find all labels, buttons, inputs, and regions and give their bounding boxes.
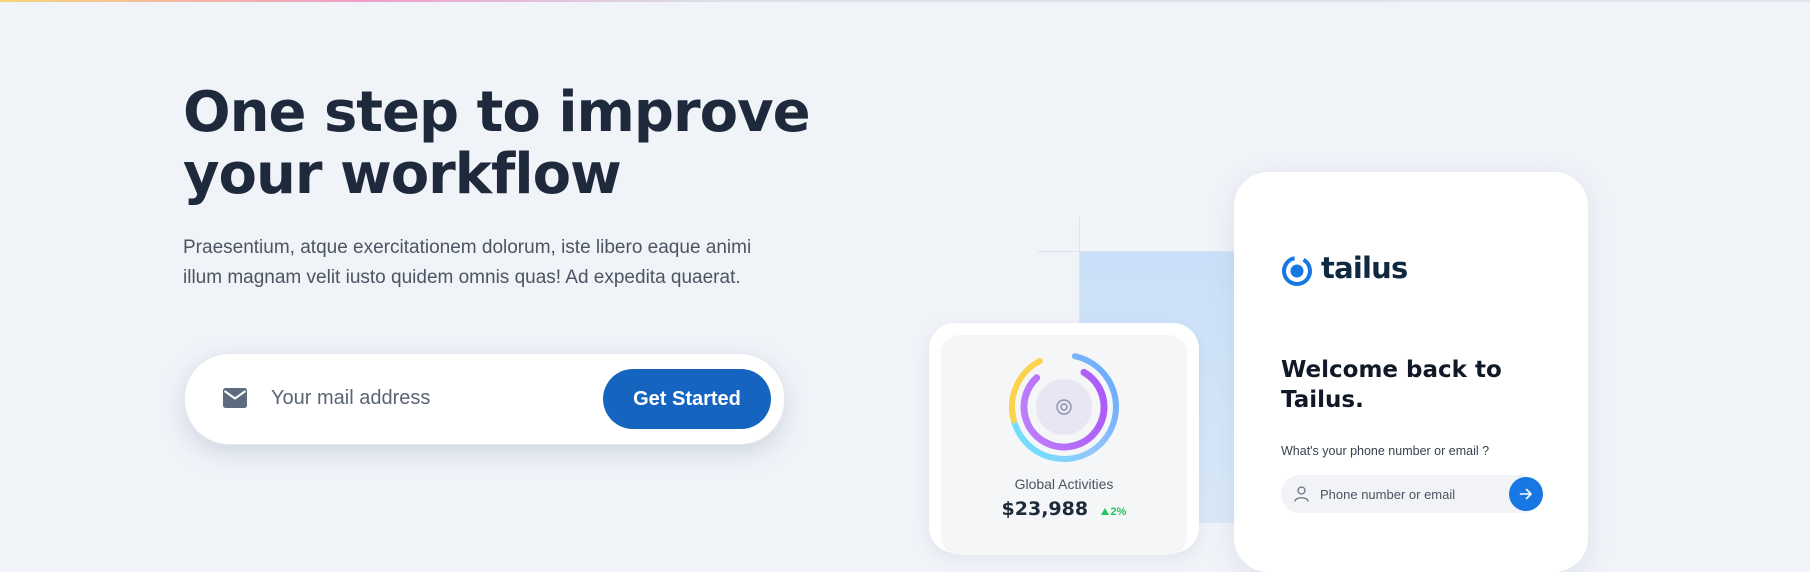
user-icon (1294, 486, 1309, 502)
global-activities-panel: Global Activities $23,988 2% (941, 335, 1187, 555)
hero-title-line-2: your workflow (183, 142, 622, 207)
tailus-logo-icon (1282, 256, 1312, 286)
submit-arrow-button[interactable] (1509, 477, 1543, 511)
activity-change-value: 2% (1110, 506, 1127, 518)
hero-description: Praesentium, atque exercitationem doloru… (183, 237, 752, 288)
email-signup-form: Get Started (184, 353, 785, 445)
get-started-button[interactable]: Get Started (603, 369, 771, 429)
triangle-up-icon (1100, 508, 1109, 515)
login-card: tailus Welcome back to Tailus. What's yo… (1234, 172, 1588, 572)
hero-title: One step to improve your workflow (183, 82, 883, 206)
activity-rings-chart (1009, 352, 1119, 462)
arrow-right-icon (1519, 488, 1532, 500)
activity-change-badge: 2% (1100, 506, 1127, 518)
login-question: What's your phone number or email ? (1281, 444, 1490, 458)
inner-disc (1036, 379, 1092, 435)
activity-stats: $23,988 2% (941, 498, 1187, 520)
phone-email-input[interactable] (1320, 483, 1490, 505)
email-input[interactable] (271, 378, 571, 418)
brand-name: tailus (1321, 251, 1408, 285)
global-activities-card: Global Activities $23,988 2% (929, 323, 1199, 555)
activity-value: $23,988 (1001, 498, 1089, 520)
hero-title-line-1: One step to improve (183, 80, 811, 145)
mail-icon (223, 388, 247, 408)
phone-email-field (1281, 475, 1543, 513)
top-accent-line (0, 0, 1810, 2)
welcome-heading: Welcome back to Tailus. (1281, 357, 1502, 413)
activity-label: Global Activities (1014, 476, 1114, 492)
